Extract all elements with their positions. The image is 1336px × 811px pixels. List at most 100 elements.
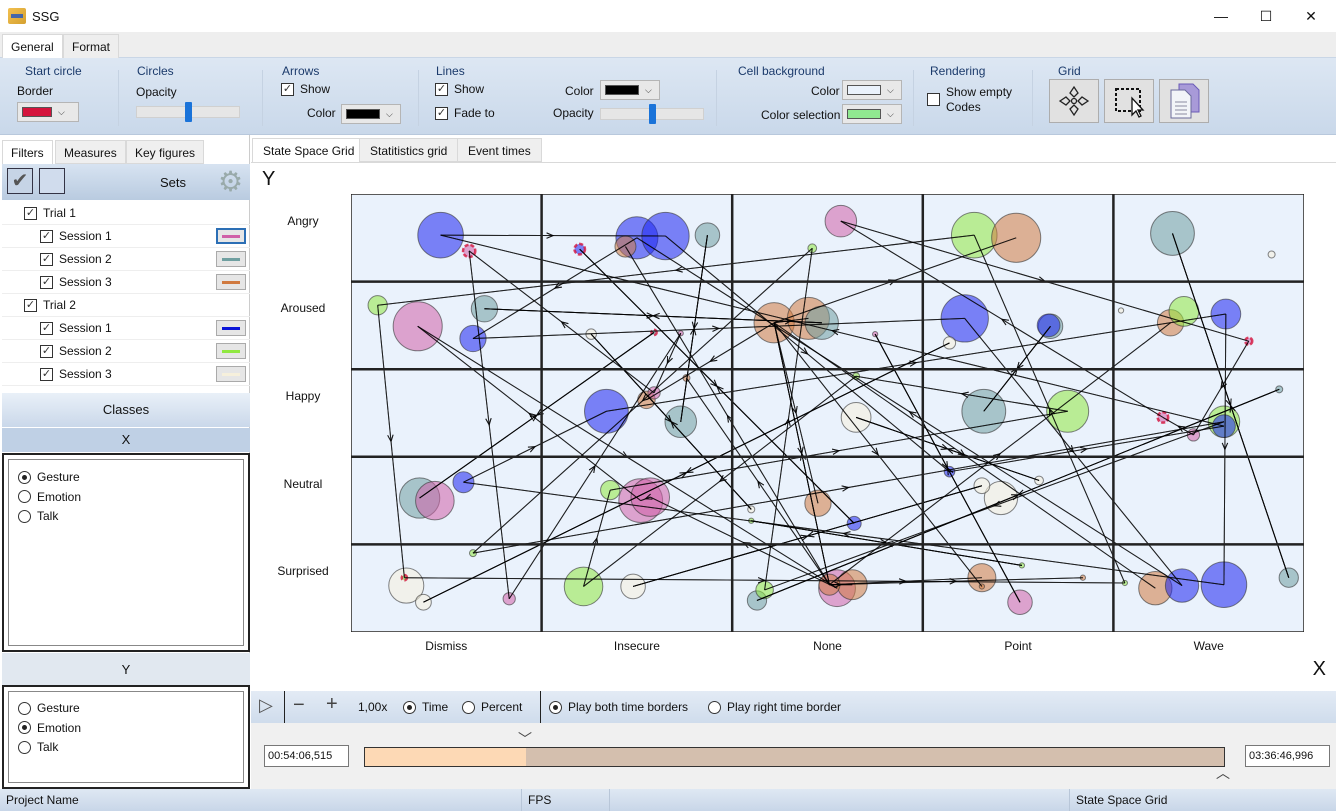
move-grid-button[interactable] [1049,79,1099,123]
circles-opacity-slider[interactable] [136,102,240,122]
set-color-button[interactable] [216,274,246,290]
radio-icon [18,721,31,734]
gear-icon[interactable]: ⚙ [218,165,243,198]
set-color-button[interactable] [216,343,246,359]
set-checkbox[interactable]: ✓ [40,367,53,381]
zoom-in-icon[interactable]: + [326,693,338,716]
tab-key-figures[interactable]: Key figures [126,140,205,164]
grid-cell[interactable] [352,370,541,456]
x-tick-label: None [813,639,842,653]
show-empty-codes-checkbox[interactable] [927,93,940,106]
set-color-button[interactable] [216,228,246,244]
set-checkbox[interactable]: ✓ [40,321,53,335]
state-circle[interactable] [872,331,879,338]
state-circle[interactable] [824,204,858,238]
state-circle[interactable] [694,222,721,248]
slider-thumb[interactable] [185,102,192,122]
tab-filters[interactable]: Filters [2,140,53,164]
close-button[interactable]: ✕ [1288,0,1334,32]
right-time-border-handle[interactable]: ︿ [1216,763,1230,783]
grid-cell[interactable] [1114,370,1303,456]
set-checkbox[interactable]: ✓ [24,206,37,220]
lines-color-picker[interactable]: ⌵ [600,80,660,100]
set-color-button[interactable] [216,366,246,382]
mode-percent-radio[interactable]: Percent [462,700,522,714]
state-circle[interactable] [1267,250,1276,259]
y-class-radio-talk[interactable]: Talk [18,740,58,754]
state-circle[interactable] [840,401,872,433]
state-space-grid[interactable] [351,194,1304,632]
x-class-radio-talk[interactable]: Talk [18,509,58,523]
state-circle[interactable] [563,566,604,607]
arrows-color-picker[interactable]: ⌵ [341,104,401,124]
left-time-border-handle[interactable]: ﹀ [518,729,532,749]
set-color-button[interactable] [216,320,246,336]
tab-measures[interactable]: Measures [55,140,126,164]
maximize-button[interactable]: ☐ [1243,0,1289,32]
state-circle[interactable] [1036,313,1061,338]
end-time-field[interactable]: 03:36:46,996 [1245,745,1330,767]
state-circle[interactable] [942,336,957,350]
border-color-picker[interactable]: ⌵ [17,102,79,122]
set-checkbox[interactable]: ✓ [40,344,53,358]
play-icon[interactable]: ▷ [259,695,273,716]
grid-cell[interactable] [1114,282,1303,369]
state-circle[interactable] [961,388,1007,434]
uncheck-all-button[interactable] [39,168,65,194]
color-swatch [222,349,240,353]
copy-grid-button[interactable] [1159,79,1209,123]
time-range-track[interactable] [364,747,1225,767]
tab-general[interactable]: General [2,34,63,58]
cell-color-picker[interactable]: ⌵ [842,80,902,100]
tab-statistics-grid[interactable]: Statitistics grid [359,138,459,162]
grid-title: Grid [1058,64,1081,78]
set-checkbox[interactable]: ✓ [40,252,53,266]
state-circle[interactable] [614,235,637,258]
cell-color-swatch [847,85,881,95]
y-class-radio-gesture[interactable]: Gesture [18,701,80,715]
y-class-radio-emotion[interactable]: Emotion [18,721,81,735]
lines-opacity-slider[interactable] [600,104,704,124]
start-time-field[interactable]: 00:54:06,515 [264,745,349,767]
lines-fade-checkbox[interactable]: ✓ [435,107,448,120]
grid-cell[interactable] [923,545,1113,631]
tab-format[interactable]: Format [63,34,120,58]
lines-show-checkbox[interactable]: ✓ [435,83,448,96]
slider-thumb[interactable] [649,104,656,124]
grid-cell[interactable] [542,370,732,456]
check-all-button[interactable]: ✔ [7,168,33,194]
state-circle[interactable] [950,211,998,259]
grid-cell[interactable] [733,370,922,456]
grid-cell[interactable] [733,195,922,281]
y-tick-label: Surprised [277,564,329,579]
session-row: ✓ Session 3 [2,271,250,294]
state-circle[interactable] [1164,568,1200,603]
radio-label: Talk [37,509,59,523]
set-color-button[interactable] [216,251,246,267]
set-checkbox[interactable]: ✓ [40,275,53,289]
tab-event-times[interactable]: Event times [457,138,542,162]
set-label: Session 3 [59,275,112,289]
state-circle[interactable] [1034,475,1044,486]
zoom-out-icon[interactable]: − [293,694,305,717]
arrows-show-checkbox[interactable]: ✓ [281,83,294,96]
state-circle[interactable] [1150,211,1195,256]
x-class-radio-gesture[interactable]: Gesture [18,470,80,484]
minimize-button[interactable]: — [1198,0,1244,32]
x-class-radio-emotion[interactable]: Emotion [18,490,81,504]
tab-state-space-grid[interactable]: State Space Grid [252,138,366,162]
cell-background-title: Cell background [738,64,825,78]
state-circle[interactable] [1117,307,1125,314]
set-checkbox[interactable]: ✓ [40,229,53,243]
play-right-border-radio[interactable]: Play right time border [708,700,841,714]
cell-selection-color-picker[interactable]: ⌵ [842,104,902,124]
play-both-borders-radio[interactable]: Play both time borders [549,700,688,714]
select-grid-button[interactable] [1104,79,1154,123]
grid-cell[interactable] [1114,457,1303,544]
grid-cell[interactable] [542,282,732,369]
mode-time-radio[interactable]: Time [403,700,448,714]
state-circle[interactable] [755,580,774,600]
grid-cell[interactable] [1114,195,1303,281]
set-checkbox[interactable]: ✓ [24,298,37,312]
grid-cell[interactable] [352,282,541,369]
